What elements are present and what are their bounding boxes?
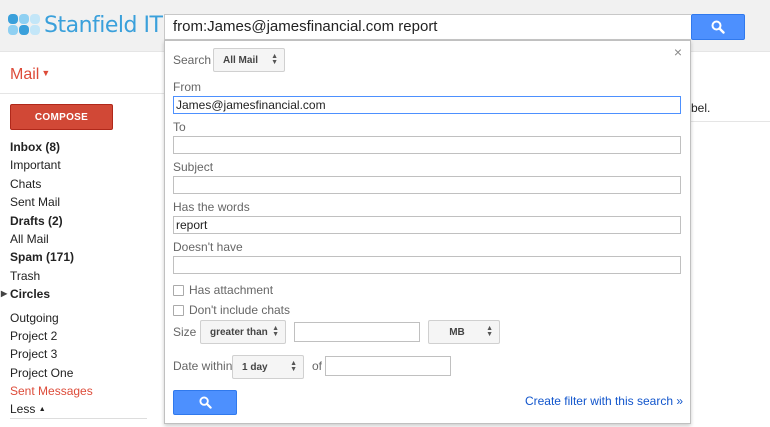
sidebar-item-outgoing[interactable]: Outgoing xyxy=(10,309,93,327)
subject-field[interactable] xyxy=(173,176,681,194)
advanced-search-button[interactable] xyxy=(173,390,237,415)
mail-dropdown[interactable]: Mail ▼ xyxy=(10,66,50,84)
size-operator-value: greater than xyxy=(210,326,268,338)
compose-button[interactable]: COMPOSE xyxy=(10,104,113,130)
has-words-label: Has the words xyxy=(173,200,250,214)
sidebar-item-drafts[interactable]: Drafts (2) xyxy=(10,212,93,230)
to-field[interactable] xyxy=(173,136,681,154)
date-within-label: Date within xyxy=(173,359,233,373)
date-field[interactable] xyxy=(325,356,451,376)
size-operator-select[interactable]: greater than ▲ ▼ xyxy=(200,320,286,344)
sidebar-item-label: Circles xyxy=(10,287,51,302)
from-field[interactable]: James@jamesfinancial.com xyxy=(173,96,681,114)
has-attachment-checkbox[interactable] xyxy=(173,284,184,296)
divider xyxy=(0,93,164,94)
search-button[interactable] xyxy=(691,14,745,40)
has-attachment-option[interactable]: Has attachment xyxy=(173,283,273,297)
sidebar-item-inbox[interactable]: Inbox (8) xyxy=(10,138,93,156)
sidebar-item-circles[interactable]: ▶ Circles xyxy=(1,285,93,303)
sidebar-item-sent-mail[interactable]: Sent Mail xyxy=(10,193,93,211)
logo-icon xyxy=(8,10,42,40)
divider xyxy=(10,418,147,419)
logo[interactable]: Stanfield IT xyxy=(8,8,163,42)
search-scope-value: All Mail xyxy=(223,54,259,66)
dont-include-chats-option[interactable]: Don't include chats xyxy=(173,303,290,317)
sidebar-item-less[interactable]: Less ▲ xyxy=(10,400,93,418)
expand-arrow-icon[interactable]: ▶ xyxy=(1,285,7,303)
sidebar-item-project-one[interactable]: Project One xyxy=(10,364,93,382)
sidebar-item-sent-messages[interactable]: Sent Messages xyxy=(10,382,93,400)
sidebar-item-important[interactable]: Important xyxy=(10,156,93,174)
to-label: To xyxy=(173,120,186,134)
sidebar-item-chats[interactable]: Chats xyxy=(10,175,93,193)
sidebar-item-all-mail[interactable]: All Mail xyxy=(10,230,93,248)
sidebar-item-project-3[interactable]: Project 3 xyxy=(10,345,93,363)
sidebar-item-spam[interactable]: Spam (171) xyxy=(10,248,93,266)
has-words-field[interactable]: report xyxy=(173,216,681,234)
search-icon xyxy=(711,20,725,34)
chevron-up-icon: ▲ xyxy=(38,406,46,414)
dont-include-chats-checkbox[interactable] xyxy=(173,304,184,316)
sidebar-item-label: Less xyxy=(10,402,36,417)
has-attachment-label: Has attachment xyxy=(189,283,274,297)
logo-text: Stanfield IT xyxy=(44,12,163,38)
select-arrows-icon: ▲ ▼ xyxy=(271,53,278,66)
search-input[interactable]: from:James@jamesfinancial.com report xyxy=(164,14,691,40)
size-unit-select[interactable]: MB ▲ ▼ xyxy=(428,320,500,344)
sidebar-item-trash[interactable]: Trash xyxy=(10,267,93,285)
size-label: Size xyxy=(173,325,197,339)
from-label: From xyxy=(173,80,201,94)
create-filter-link[interactable]: Create filter with this search » xyxy=(525,394,683,408)
close-icon[interactable]: × xyxy=(674,44,682,60)
select-arrows-icon: ▲ ▼ xyxy=(290,360,297,373)
sidebar-nav: Inbox (8) Important Chats Sent Mail Draf… xyxy=(1,138,93,419)
chevron-down-icon: ▼ xyxy=(41,68,51,78)
date-range-select[interactable]: 1 day ▲ ▼ xyxy=(232,355,304,379)
select-arrows-icon: ▲ ▼ xyxy=(272,325,279,338)
subject-label: Subject xyxy=(173,160,214,174)
select-arrows-icon: ▲ ▼ xyxy=(486,325,493,338)
background-label-text: bel. xyxy=(691,101,711,115)
doesnt-have-label: Doesn't have xyxy=(173,240,243,254)
date-range-value: 1 day xyxy=(242,361,268,373)
dont-include-chats-label: Don't include chats xyxy=(189,303,291,317)
search-scope-select[interactable]: All Mail ▲ ▼ xyxy=(213,48,285,72)
divider xyxy=(691,121,770,122)
search-scope-label: Search xyxy=(173,53,212,67)
sidebar-item-project-2[interactable]: Project 2 xyxy=(10,327,93,345)
search-icon xyxy=(198,396,212,409)
advanced-search-panel: × Search All Mail ▲ ▼ From James@jamesfin… xyxy=(164,40,691,424)
size-value-field[interactable] xyxy=(294,322,420,342)
mail-label: Mail xyxy=(10,66,40,83)
of-label: of xyxy=(312,359,323,373)
doesnt-have-field[interactable] xyxy=(173,256,681,274)
size-unit-value: MB xyxy=(449,326,465,338)
